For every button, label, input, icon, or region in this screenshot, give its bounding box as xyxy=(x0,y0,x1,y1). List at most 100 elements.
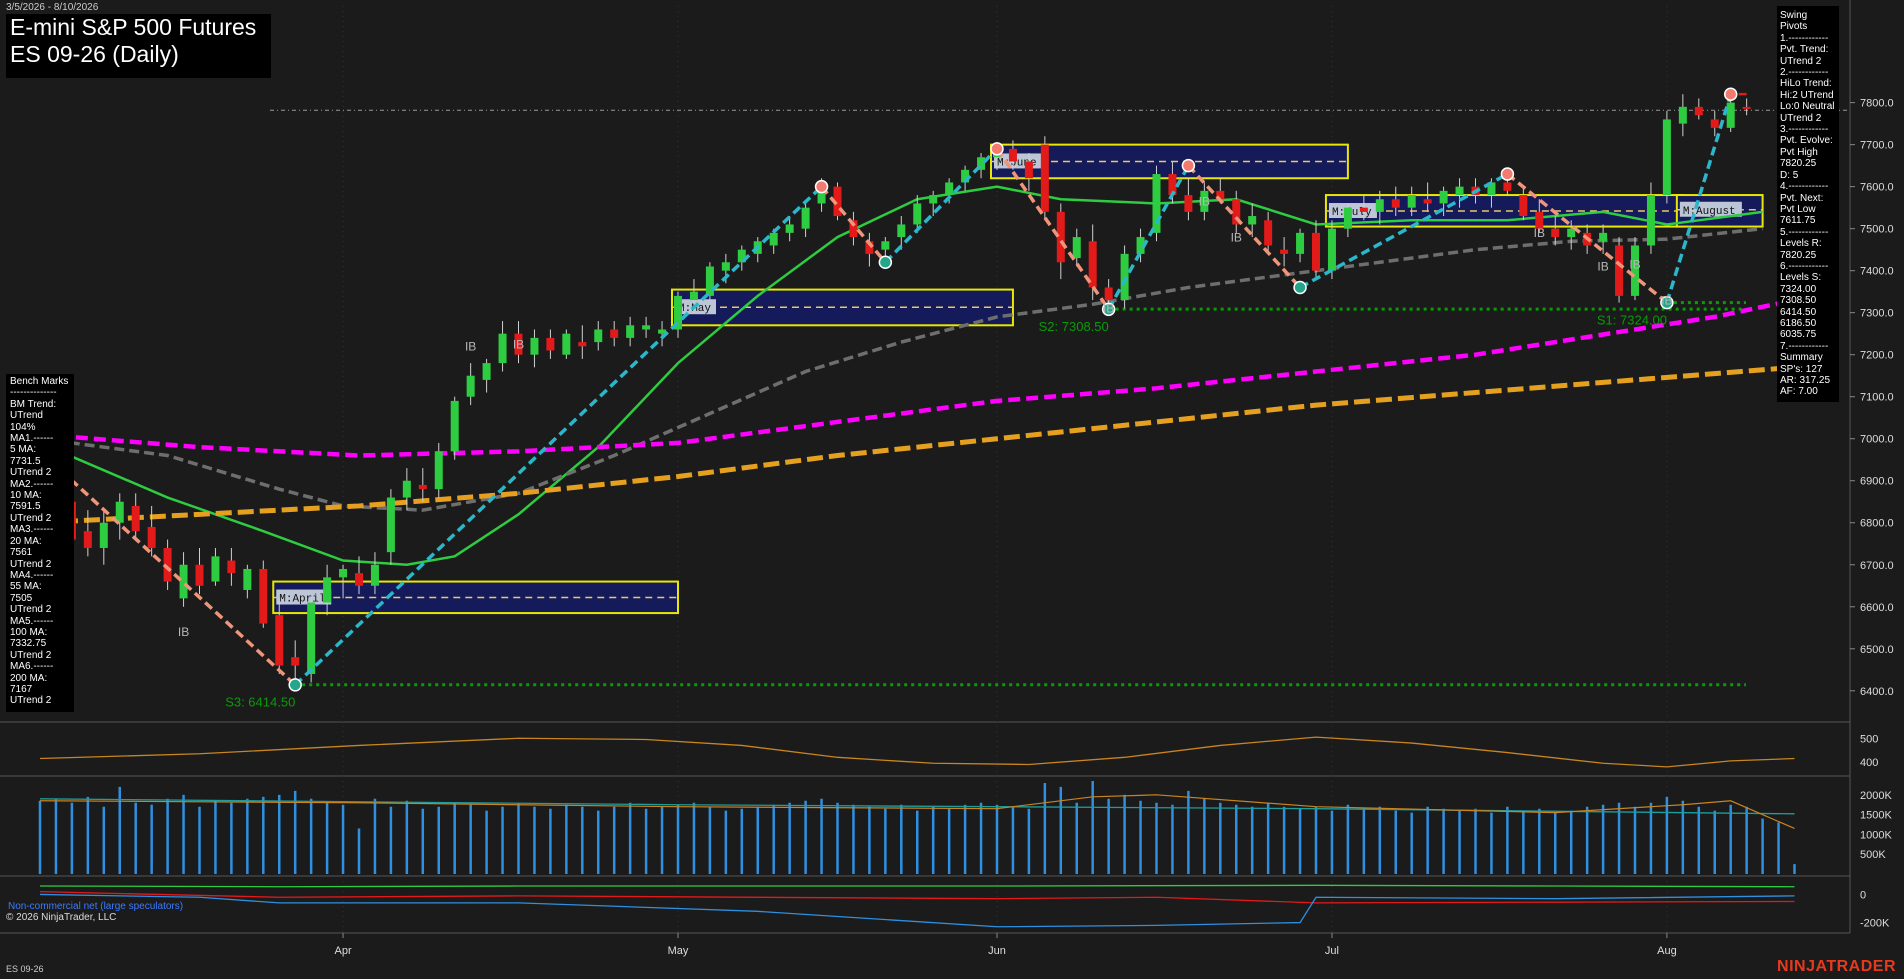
candle-body xyxy=(1120,253,1129,301)
candle-body xyxy=(355,573,363,586)
candle-body xyxy=(434,451,443,490)
chart-title: E-mini S&P 500 Futures xyxy=(10,14,257,40)
candle-body xyxy=(1296,232,1305,254)
y-tick-label: 7800.0 xyxy=(1860,98,1894,110)
candle-body xyxy=(227,560,236,574)
ib-label: IB xyxy=(513,337,524,351)
cot-series-line xyxy=(39,884,1795,888)
y-tick-label: 7000.0 xyxy=(1860,434,1894,446)
volume-tick-label: 1500K xyxy=(1860,810,1892,822)
candle-body xyxy=(1423,199,1432,204)
candle-body xyxy=(626,325,635,338)
candle-body xyxy=(769,232,778,246)
candle-body xyxy=(99,522,108,548)
pivot-low-marker xyxy=(1293,280,1307,295)
candle-body xyxy=(1375,199,1384,212)
candle-body xyxy=(897,224,906,238)
ib-label: IB xyxy=(1199,195,1210,209)
candle-body xyxy=(211,556,220,582)
support-label: S1: 7324.00 xyxy=(1597,313,1667,328)
candle-body xyxy=(386,497,395,553)
support-label: S2: 7308.50 xyxy=(1039,319,1109,334)
ib-label: IB xyxy=(178,625,189,639)
cot-series-line xyxy=(39,890,1795,904)
candle-body xyxy=(1327,228,1336,271)
brand-logo: NINJATRADER xyxy=(1777,958,1896,975)
candle-body xyxy=(1072,237,1081,259)
candle-body xyxy=(1343,207,1352,229)
candle-body xyxy=(259,568,268,624)
candle-body xyxy=(402,480,411,498)
pivot-high-marker xyxy=(1500,167,1515,181)
cot-tick-label: 0 xyxy=(1860,889,1866,901)
pivot-high-marker xyxy=(1723,87,1738,101)
candle-body xyxy=(1407,195,1416,208)
candle-body xyxy=(1646,195,1655,246)
swing-pivots-panel: Swing Pivots 1.------------ Pvt. Trend: … xyxy=(1777,6,1839,402)
candle-body xyxy=(689,291,698,301)
y-tick-label: 6700.0 xyxy=(1860,560,1894,572)
candle-body xyxy=(913,203,922,225)
candle-body xyxy=(1008,148,1017,162)
candle-body xyxy=(801,207,810,229)
range-tick-label: 500 xyxy=(1860,733,1878,745)
cot-label: Non-commercial net (large speculators) xyxy=(8,901,184,912)
candle-body xyxy=(195,564,204,586)
moving-average-line xyxy=(39,364,1795,526)
symbol-footer: ES 09-26 xyxy=(6,964,44,974)
candle-body xyxy=(1710,119,1719,128)
candle-body xyxy=(562,333,571,355)
candle-body xyxy=(323,577,332,603)
candle-body xyxy=(179,564,188,599)
candle-body xyxy=(1264,220,1273,246)
candle-body xyxy=(785,224,794,233)
ib-label: IB xyxy=(1661,293,1672,307)
y-tick-label: 7400.0 xyxy=(1860,266,1894,278)
ib-label: IB xyxy=(1597,260,1608,274)
y-tick-label: 6900.0 xyxy=(1860,476,1894,488)
candle-body xyxy=(1519,195,1528,217)
candle-body xyxy=(610,329,619,338)
y-tick-label: 6600.0 xyxy=(1860,602,1894,614)
candle-body xyxy=(929,195,938,204)
candle-body xyxy=(450,400,459,452)
candle-body xyxy=(1152,174,1161,233)
x-tick-label: Apr xyxy=(334,945,351,957)
candle-body xyxy=(1694,106,1703,116)
candle-body xyxy=(1024,161,1033,179)
title-box: E-mini S&P 500 Futures ES 09-26 (Daily) xyxy=(6,14,271,78)
y-tick-label: 6800.0 xyxy=(1860,518,1894,530)
copyright: © 2026 NinjaTrader, LLC xyxy=(6,912,117,923)
moving-average-line xyxy=(39,226,1763,512)
candle-body xyxy=(881,241,890,250)
ib-label: IB xyxy=(1103,302,1114,316)
candle-body xyxy=(530,337,539,355)
candle-body xyxy=(1104,287,1113,301)
pivot-high-marker xyxy=(814,179,829,194)
candle-body xyxy=(147,526,156,548)
swing-line xyxy=(1187,164,1302,289)
candle-body xyxy=(275,615,284,666)
y-tick-label: 7100.0 xyxy=(1860,392,1894,404)
candle-body xyxy=(498,333,507,364)
candle-body xyxy=(1678,106,1687,124)
candle-body xyxy=(1726,102,1735,128)
candle-body xyxy=(1439,190,1448,204)
date-range: 3/5/2026 - 8/10/2026 xyxy=(6,2,99,13)
ib-label: IB xyxy=(1231,230,1242,244)
candle-body xyxy=(1359,207,1368,212)
candle-body xyxy=(1455,186,1464,196)
candle-body xyxy=(1280,249,1289,254)
ib-label: IB xyxy=(465,339,476,353)
candle-body xyxy=(1391,199,1400,208)
chart-subtitle: ES 09-26 (Daily) xyxy=(10,41,179,67)
candle-body xyxy=(594,329,603,343)
candle-body xyxy=(1312,232,1320,271)
candle-body xyxy=(1248,216,1257,225)
x-tick-label: Jul xyxy=(1325,945,1339,957)
volume-tick-label: 1000K xyxy=(1860,829,1892,841)
cot-tick-label: -200K xyxy=(1860,918,1890,930)
x-tick-label: Aug xyxy=(1657,945,1677,957)
candle-body xyxy=(1615,245,1624,296)
range-indicator-line xyxy=(39,736,1795,768)
